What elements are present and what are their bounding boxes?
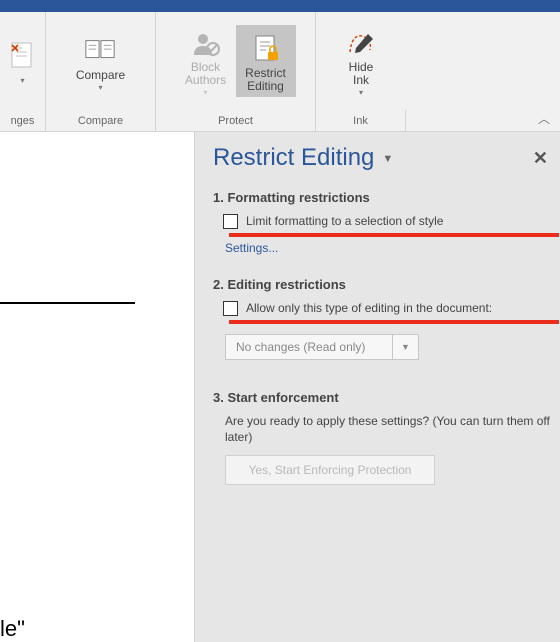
- ribbon: ▾ Compare: [0, 12, 560, 110]
- hide-ink-label: Hide Ink: [349, 61, 374, 87]
- section-1-head: 1. Formatting restrictions: [213, 190, 554, 205]
- pane-title: Restrict Editing ▼: [213, 144, 393, 172]
- group-changes: nges: [0, 110, 46, 131]
- block-authors-label: Block Authors: [185, 61, 226, 87]
- compare-icon: [84, 35, 116, 67]
- allow-editing-checkbox[interactable]: [223, 301, 238, 316]
- dropdown-chevron-icon[interactable]: ▼: [393, 334, 419, 360]
- block-authors-icon: [190, 29, 222, 59]
- accept-button[interactable]: ▾: [0, 25, 45, 97]
- limit-formatting-checkbox[interactable]: [223, 214, 238, 229]
- restrict-editing-label: Restrict Editing: [245, 67, 286, 93]
- accept-icon: [7, 41, 39, 73]
- start-enforcing-button: Yes, Start Enforcing Protection: [225, 455, 435, 485]
- compare-button[interactable]: Compare ▾: [68, 25, 133, 97]
- chevron-down-icon: ▾: [203, 88, 207, 97]
- settings-link[interactable]: Settings...: [225, 241, 554, 255]
- doc-rule: [0, 302, 135, 304]
- section-3-head: 3. Start enforcement: [213, 390, 554, 405]
- group-ink: Ink: [316, 110, 406, 131]
- enforcement-desc: Are you ready to apply these settings? (…: [225, 413, 554, 445]
- allow-editing-label: Allow only this type of editing in the d…: [246, 300, 492, 316]
- editing-type-dropdown[interactable]: No changes (Read only): [225, 334, 393, 360]
- group-protect: Protect: [156, 110, 316, 131]
- annotation-underline: [229, 320, 559, 324]
- ribbon-group-row: nges Compare Protect Ink ︿: [0, 110, 560, 132]
- pane-title-text: Restrict Editing: [213, 144, 374, 171]
- annotation-underline: [229, 233, 559, 237]
- close-icon[interactable]: ✕: [533, 148, 548, 169]
- document-area[interactable]: le": [0, 132, 195, 642]
- section-2-head: 2. Editing restrictions: [213, 277, 554, 292]
- doc-text-fragment: le": [0, 616, 25, 642]
- restrict-editing-icon: [250, 33, 282, 65]
- restrict-editing-pane: Restrict Editing ▼ ✕ 1. Formatting restri…: [195, 132, 560, 642]
- chevron-down-icon[interactable]: ▼: [382, 153, 393, 165]
- limit-formatting-label: Limit formatting to a selection of style: [246, 213, 443, 229]
- compare-label: Compare: [76, 69, 125, 82]
- block-authors-button: Block Authors ▾: [176, 25, 236, 97]
- restrict-editing-button[interactable]: Restrict Editing: [236, 25, 296, 97]
- chevron-down-icon: ▾: [20, 76, 24, 85]
- hide-ink-icon: [345, 29, 377, 59]
- collapse-ribbon-icon[interactable]: ︿: [538, 110, 550, 127]
- group-compare: Compare: [46, 110, 156, 131]
- chevron-down-icon: ▾: [359, 88, 363, 97]
- chevron-down-icon: ▾: [98, 83, 102, 92]
- hide-ink-button[interactable]: Hide Ink ▾: [331, 25, 391, 97]
- title-bar: [0, 0, 560, 12]
